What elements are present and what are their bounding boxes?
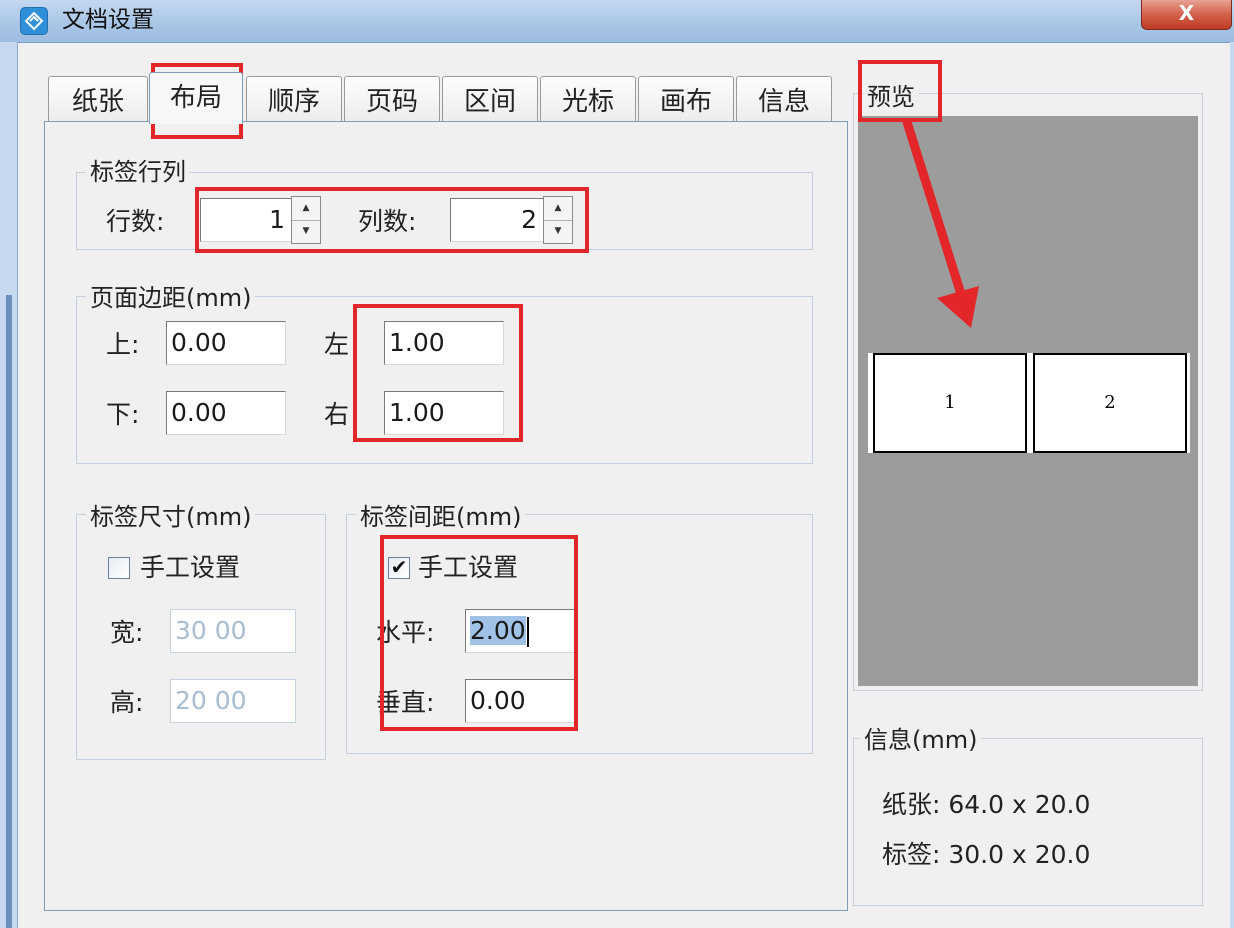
- margin-top-input[interactable]: 0.00: [166, 321, 286, 365]
- tab-layout[interactable]: 布局: [149, 72, 243, 124]
- tab-paper[interactable]: 纸张: [48, 76, 148, 122]
- rows-cols-group-title: 标签行列: [86, 158, 190, 186]
- window-frame-right: [1230, 42, 1234, 928]
- label-size-manual-label: 手工设置: [140, 553, 241, 582]
- label-width-input[interactable]: 30 00: [170, 609, 296, 653]
- margin-top-label: 上:: [106, 330, 140, 359]
- close-button[interactable]: X: [1141, 0, 1232, 30]
- label-size-group-title: 标签尺寸(mm): [86, 503, 256, 531]
- tab-order[interactable]: 顺序: [246, 76, 342, 122]
- annotation-box-rows-cols: [195, 187, 589, 253]
- annotation-box-side-margins: [353, 304, 523, 442]
- preview-label-1: 1: [873, 353, 1027, 453]
- window-frame-accent: [6, 295, 12, 928]
- info-label-size: 标签: 30.0 x 20.0: [882, 840, 1091, 869]
- label-width-label: 宽:: [110, 618, 144, 647]
- tab-cursor[interactable]: 光标: [540, 76, 636, 122]
- label-height-input[interactable]: 20 00: [170, 679, 296, 723]
- tab-canvas[interactable]: 画布: [638, 76, 734, 122]
- margin-right-label: 右: [324, 400, 350, 429]
- app-icon: [20, 7, 48, 35]
- rows-label: 行数:: [106, 207, 165, 236]
- preview-label-2: 2: [1033, 353, 1187, 453]
- tab-range[interactable]: 区间: [442, 76, 538, 122]
- label-height-label: 高:: [110, 688, 144, 717]
- label-size-manual-checkbox[interactable]: [108, 557, 130, 579]
- info-group: [853, 738, 1203, 906]
- window-title: 文档设置: [62, 7, 154, 33]
- annotation-arrow-icon: [902, 118, 979, 328]
- margin-bottom-label: 下:: [106, 400, 140, 429]
- margins-group-title: 页面边距(mm): [86, 284, 256, 312]
- tab-page-number[interactable]: 页码: [344, 76, 440, 122]
- close-icon: X: [1178, 1, 1195, 25]
- annotation-box-preview-title: [858, 60, 942, 122]
- tab-info[interactable]: 信息: [736, 76, 832, 122]
- info-paper-size: 纸张: 64.0 x 20.0: [882, 790, 1091, 819]
- title-bar[interactable]: 文档设置 X: [0, 0, 1234, 43]
- label-spacing-group-title: 标签间距(mm): [356, 503, 526, 531]
- annotation-box-label-spacing: [380, 535, 578, 731]
- margin-bottom-input[interactable]: 0.00: [166, 391, 286, 435]
- margin-left-label: 左: [324, 330, 350, 359]
- info-group-title: 信息(mm): [860, 726, 982, 754]
